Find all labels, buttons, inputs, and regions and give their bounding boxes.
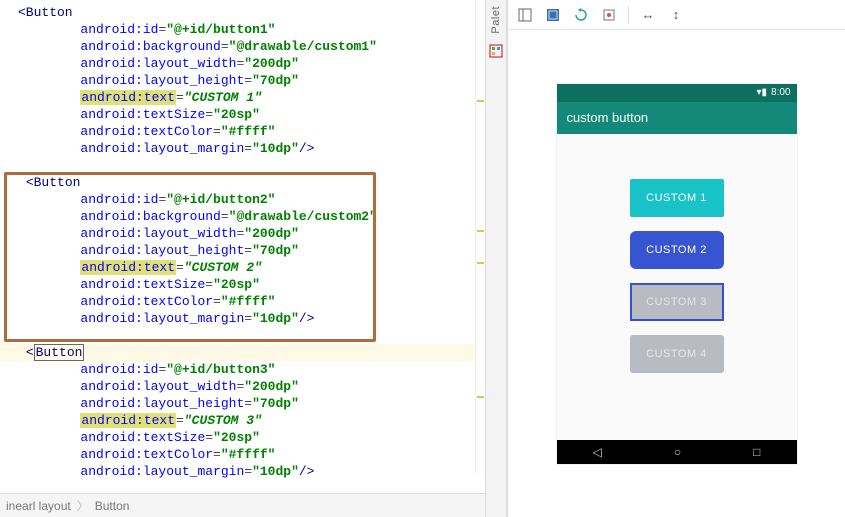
- nav-recent-icon[interactable]: □: [753, 445, 760, 459]
- code-line[interactable]: android:layout_width="200dp": [0, 225, 485, 242]
- code-line[interactable]: android:layout_width="200dp": [0, 378, 485, 395]
- code-line[interactable]: android:background="@drawable/custom1": [0, 38, 485, 55]
- code-line[interactable]: android:textColor="#ffff": [0, 446, 485, 463]
- signal-icon: ▾▮: [757, 87, 768, 98]
- design-toolbar: ↔ ↕: [508, 0, 845, 30]
- code-line[interactable]: android:text="CUSTOM 2": [0, 259, 485, 276]
- clock: 8:00: [771, 87, 790, 98]
- pan-zoom-icon[interactable]: [600, 6, 618, 24]
- code-line[interactable]: android:id="@+id/button1": [0, 21, 485, 38]
- code-line[interactable]: android:layout_margin="10dp"/>: [0, 140, 485, 157]
- navigation-bar: ◁ ○ □: [557, 440, 797, 464]
- code-line[interactable]: <Button: [0, 4, 485, 21]
- app-title: custom button: [567, 110, 649, 125]
- tool-window-strip[interactable]: Palet: [485, 0, 507, 517]
- code-line[interactable]: android:background="@drawable/custom2": [0, 208, 485, 225]
- custom-button-3[interactable]: CUSTOM 3: [630, 283, 724, 321]
- breadcrumb-separator: 〉: [77, 497, 89, 514]
- expand-vertical-icon[interactable]: ↕: [667, 6, 685, 24]
- breadcrumb-item[interactable]: inearl layout: [6, 499, 71, 513]
- palette-icon[interactable]: [489, 44, 503, 58]
- device-frame: ▾▮ 8:00 custom button CUSTOM 1CUSTOM 2CU…: [557, 84, 797, 464]
- expand-horizontal-icon[interactable]: ↔: [639, 6, 657, 24]
- layout-content: CUSTOM 1 CUSTOM 2 CUSTOM 3 CUSTOM 4: [557, 134, 797, 440]
- toolbar-separator: [628, 6, 629, 24]
- code-line[interactable]: [0, 327, 485, 344]
- code-line[interactable]: android:layout_width="200dp": [0, 55, 485, 72]
- breadcrumb-item[interactable]: Button: [95, 499, 130, 513]
- blueprint-icon[interactable]: [544, 6, 562, 24]
- refresh-icon[interactable]: [572, 6, 590, 24]
- code-line[interactable]: android:layout_height="70dp": [0, 72, 485, 89]
- code-line[interactable]: android:text="CUSTOM 3": [0, 412, 485, 429]
- code-line[interactable]: android:id="@+id/button3": [0, 361, 485, 378]
- code-line[interactable]: [0, 157, 485, 174]
- code-line[interactable]: android:textColor="#ffff": [0, 293, 485, 310]
- code-line[interactable]: <Button: [0, 344, 485, 361]
- code-line[interactable]: android:layout_margin="10dp"/>: [0, 310, 485, 327]
- design-surface-icon[interactable]: [516, 6, 534, 24]
- code-line[interactable]: android:text="CUSTOM 1": [0, 89, 485, 106]
- palette-tab[interactable]: Palet: [490, 2, 502, 38]
- nav-home-icon[interactable]: ○: [674, 445, 681, 459]
- code-line[interactable]: android:layout_height="70dp": [0, 242, 485, 259]
- code-line[interactable]: android:layout_height="70dp": [0, 395, 485, 412]
- design-canvas[interactable]: ▾▮ 8:00 custom button CUSTOM 1CUSTOM 2CU…: [508, 30, 845, 517]
- marker-gutter: [475, 0, 485, 473]
- custom-button-4[interactable]: CUSTOM 4: [630, 335, 724, 373]
- code-line[interactable]: android:id="@+id/button2": [0, 191, 485, 208]
- code-line[interactable]: android:textSize="20sp": [0, 429, 485, 446]
- code-line[interactable]: android:layout_margin="10dp"/>: [0, 463, 485, 480]
- code-line[interactable]: android:textSize="20sp": [0, 106, 485, 123]
- code-line[interactable]: android:textColor="#ffff": [0, 123, 485, 140]
- nav-back-icon[interactable]: ◁: [593, 445, 602, 459]
- design-preview-pane: ↔ ↕ ▾▮ 8:00 custom button CUSTOM 1CUSTOM…: [507, 0, 845, 517]
- custom-button-1[interactable]: CUSTOM 1: [630, 179, 724, 217]
- app-bar: custom button: [557, 102, 797, 134]
- code-editor[interactable]: <Button android:id="@+id/button1" androi…: [0, 0, 485, 517]
- code-line[interactable]: <Button: [0, 174, 485, 191]
- code-line[interactable]: android:textSize="20sp": [0, 276, 485, 293]
- status-bar: ▾▮ 8:00: [557, 84, 797, 102]
- custom-button-2[interactable]: CUSTOM 2: [630, 231, 724, 269]
- breadcrumb[interactable]: inearl layout 〉 Button: [0, 493, 485, 517]
